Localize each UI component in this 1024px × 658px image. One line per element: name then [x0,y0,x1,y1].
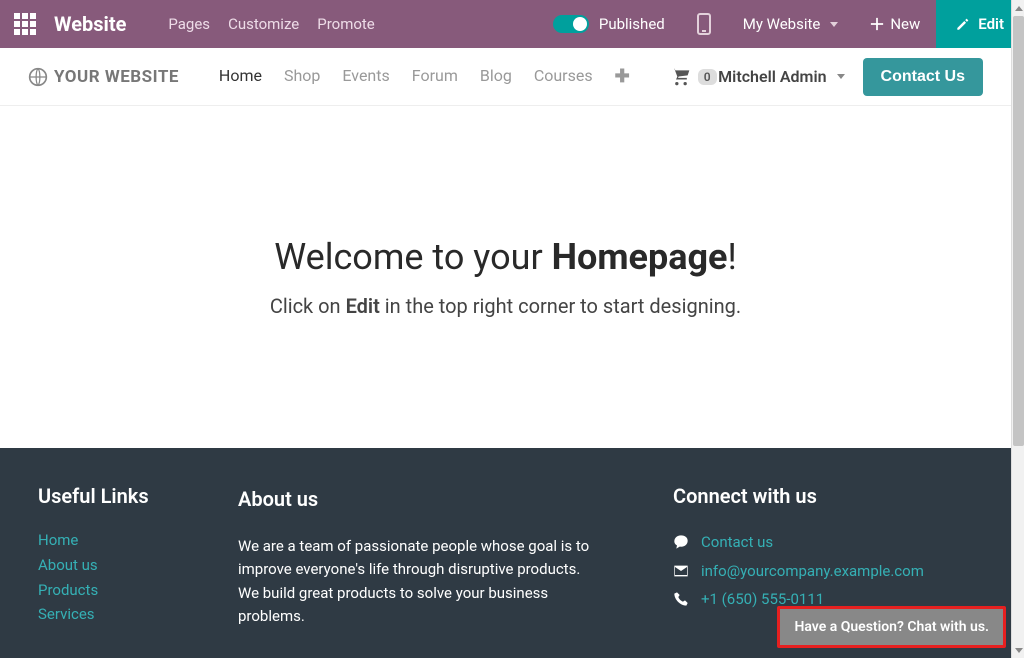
chat-widget[interactable]: Have a Question? Chat with us. [777,606,1006,648]
contact-us-button[interactable]: Contact Us [863,58,983,96]
my-website-dropdown[interactable]: My Website [727,0,855,48]
apps-grid-icon[interactable] [14,13,36,35]
site-logo[interactable]: YOUR WEBSITE [28,67,179,87]
nav-events[interactable]: Events [342,66,389,87]
hero-subtitle: Click on Edit in the top right corner to… [0,294,1011,318]
cart-badge: 0 [698,69,717,85]
published-label: Published [599,15,665,33]
admin-bar: Website Pages Customize Promote Publishe… [0,0,1024,48]
site-nav: YOUR WEBSITE Home Shop Events Forum Blog… [0,48,1011,106]
published-toggle[interactable] [553,15,589,33]
pages-link[interactable]: Pages [168,15,210,33]
nav-blog[interactable]: Blog [480,66,512,87]
footer-about-heading: About us [238,484,598,515]
scroll-up-arrow[interactable] [1013,1,1024,15]
scroll-thumb[interactable] [1013,16,1024,446]
plus-icon [870,17,884,31]
user-name-label: Mitchell Admin [718,67,826,86]
customize-link[interactable]: Customize [228,15,299,33]
footer-links-column: Useful Links Home About us Products Serv… [38,484,178,658]
footer-link-about[interactable]: About us [38,556,98,574]
phone-icon [673,591,689,607]
mobile-icon [697,13,711,35]
footer-link-home[interactable]: Home [38,531,78,549]
nav-courses[interactable]: Courses [534,66,593,87]
hero-title-strong: Homepage [552,236,728,278]
new-button-label: New [890,15,920,33]
footer-links-list: Home About us Products Services [38,528,178,627]
hero: Welcome to your Homepage! Click on Edit … [0,106,1011,448]
globe-icon [28,67,48,87]
hero-title-prefix: Welcome to your [274,236,551,278]
speech-bubble-icon [673,534,689,550]
hero-sub-suffix: in the top right corner to start designi… [380,294,741,318]
cart-icon [670,67,692,87]
app-name[interactable]: Website [54,12,126,36]
footer-connect-list: Contact us info@yourcompany.example.com … [673,528,973,614]
footer-link-services[interactable]: Services [38,605,95,623]
envelope-icon [673,563,689,579]
chevron-down-icon [837,74,845,79]
user-dropdown[interactable]: Mitchell Admin [718,67,844,86]
footer-link-products[interactable]: Products [38,581,98,599]
hero-title-suffix: ! [727,236,736,278]
admin-bar-right: Published My Website New Edit [537,0,1024,48]
edit-button-label: Edit [978,15,1004,33]
cart-button[interactable]: 0 [670,67,717,87]
footer-links-heading: Useful Links [38,484,178,508]
nav-add-page[interactable]: ✚ [615,66,630,87]
nav-shop[interactable]: Shop [284,66,320,87]
hero-sub-strong: Edit [346,294,380,318]
footer-about-column: About us We are a team of passionate peo… [238,484,598,658]
footer-connect-heading: Connect with us [673,484,973,508]
site-logo-text: YOUR WEBSITE [54,67,179,87]
chevron-down-icon [830,22,838,27]
nav-home[interactable]: Home [219,66,262,87]
published-group: Published [537,0,681,48]
pencil-icon [956,17,970,31]
scroll-down-arrow[interactable] [1013,643,1024,657]
nav-forum[interactable]: Forum [412,66,458,87]
hero-title: Welcome to your Homepage! [0,236,1011,278]
vertical-scrollbar[interactable] [1011,0,1024,658]
footer-about-text: We are a team of passionate people whose… [238,535,598,628]
mobile-preview-button[interactable] [681,0,727,48]
my-website-label: My Website [743,15,821,33]
new-button[interactable]: New [854,0,936,48]
footer-contact-link[interactable]: Contact us [701,528,773,557]
hero-sub-prefix: Click on [270,294,346,318]
admin-bar-left: Website Pages Customize Promote [0,12,375,36]
nav-items: Home Shop Events Forum Blog Courses ✚ [219,66,630,87]
footer-email-link[interactable]: info@yourcompany.example.com [701,557,924,586]
nav-right: Mitchell Admin Contact Us [718,58,983,96]
promote-link[interactable]: Promote [317,15,375,33]
